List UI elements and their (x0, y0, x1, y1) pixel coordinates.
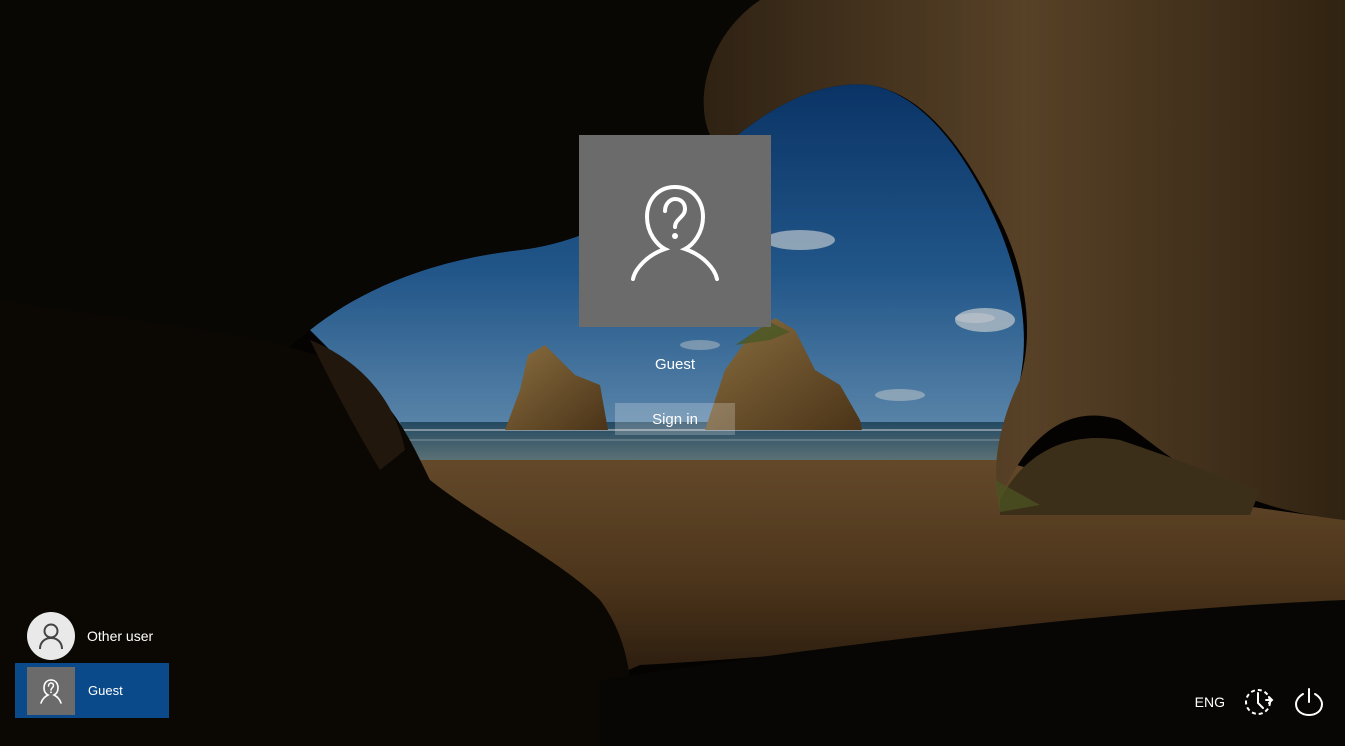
user-item-label: Other user (87, 627, 154, 644)
lock-screen: Guest Sign in Other user Guest ENG (0, 0, 1345, 746)
user-avatar (579, 135, 771, 327)
sign-in-button[interactable]: Sign in (615, 403, 735, 435)
user-avatar-small (27, 666, 75, 715)
user-icon (39, 623, 63, 649)
user-question-icon (631, 185, 719, 281)
user-item-label: Guest (88, 683, 123, 698)
user-item-other-user[interactable]: Other user (15, 608, 175, 663)
user-name: Guest (654, 356, 696, 373)
user-avatar-small (27, 611, 75, 660)
ease-of-access-icon (1245, 689, 1274, 715)
user-list: Other user Guest (15, 608, 175, 718)
ease-of-access-button[interactable] (1243, 686, 1275, 718)
power-icon (1294, 688, 1324, 717)
language-indicator[interactable]: ENG (1195, 694, 1225, 710)
system-controls: ENG (1195, 686, 1325, 718)
user-question-icon (40, 678, 62, 704)
background-wallpaper (0, 0, 1345, 746)
power-button[interactable] (1293, 686, 1325, 718)
user-item-guest[interactable]: Guest (15, 663, 169, 718)
